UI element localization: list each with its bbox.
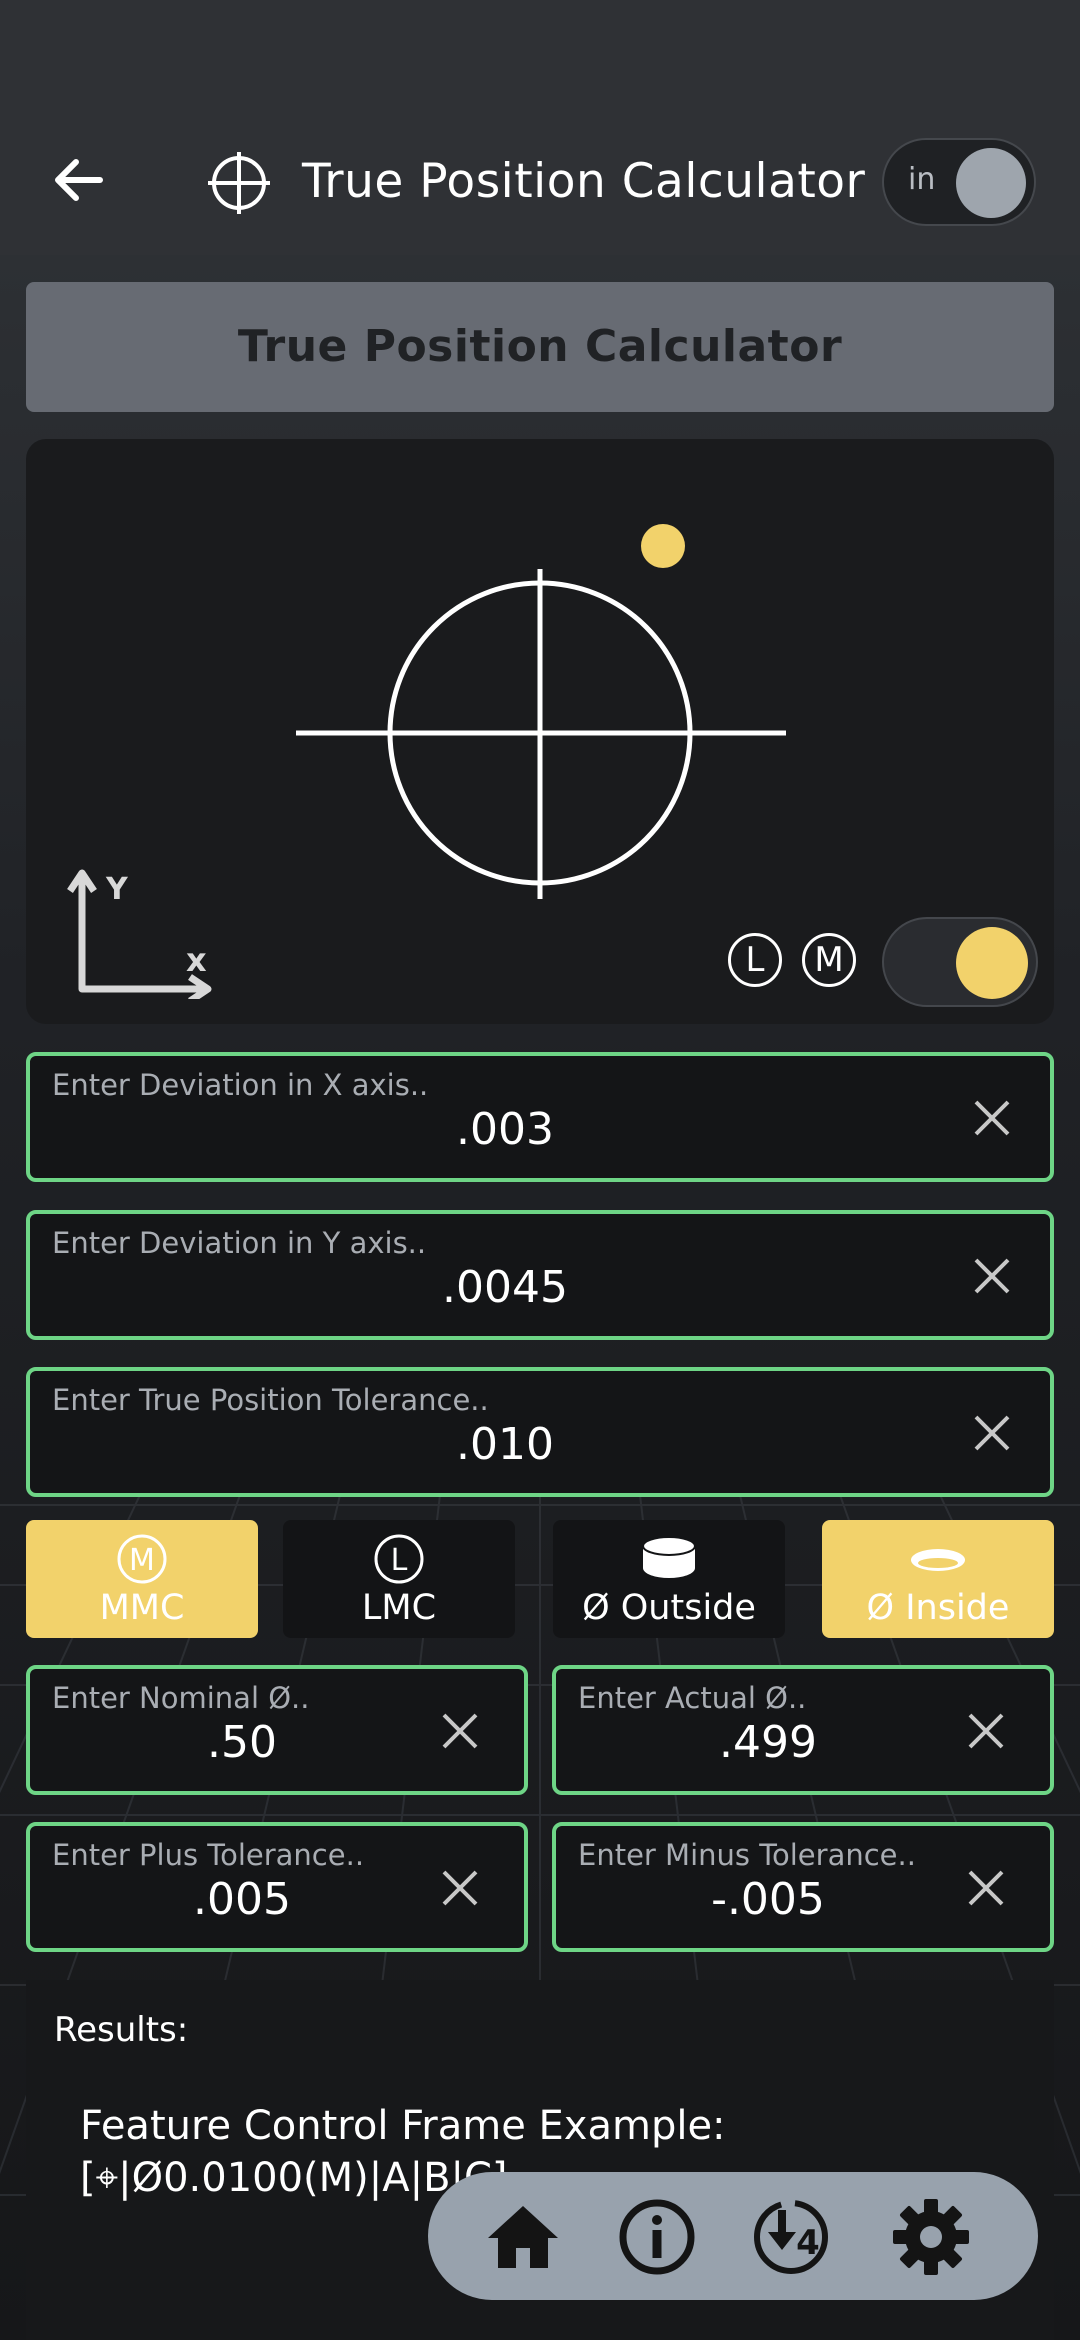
deviation-y-placeholder: Enter Deviation in Y axis..: [52, 1226, 427, 1260]
outside-label: Ø Outside: [582, 1588, 756, 1628]
main-content: True Position Calculator Y x L M Enter D…: [0, 255, 1080, 2340]
outside-diameter-option-button[interactable]: Ø Outside: [553, 1520, 785, 1638]
solid-cylinder-icon: [642, 1536, 696, 1578]
y-axis-letter: Y: [105, 872, 129, 907]
deviation-y-value[interactable]: .0045: [30, 1262, 980, 1313]
fcf-title: Feature Control Frame Example:: [80, 2103, 726, 2149]
x-axis-letter: x: [186, 941, 207, 979]
bottom-navigation: 4: [428, 2172, 1038, 2300]
nominal-diameter-field[interactable]: Enter Nominal Ø.. .50: [26, 1665, 528, 1795]
clear-icon[interactable]: [972, 1098, 1012, 1138]
results-header: Results:: [54, 2010, 189, 2050]
mmc-label: MMC: [99, 1588, 185, 1628]
deviation-y-field[interactable]: Enter Deviation in Y axis.. .0045: [26, 1210, 1054, 1340]
back-arrow-icon[interactable]: [48, 150, 108, 210]
actual-value[interactable]: .499: [556, 1717, 980, 1768]
deviation-x-field[interactable]: Enter Deviation in X axis.. .003: [26, 1052, 1054, 1182]
hole-icon: [911, 1549, 965, 1571]
tp-tolerance-placeholder: Enter True Position Tolerance..: [52, 1383, 489, 1417]
actual-diameter-field[interactable]: Enter Actual Ø.. .499: [552, 1665, 1054, 1795]
unit-toggle[interactable]: in: [882, 138, 1036, 226]
calculator-title-banner: True Position Calculator: [26, 282, 1054, 412]
minus-tolerance-field[interactable]: Enter Minus Tolerance.. -.005: [552, 1822, 1054, 1952]
true-position-tolerance-field[interactable]: Enter True Position Tolerance.. .010: [26, 1367, 1054, 1497]
status-bar-area: [0, 0, 1080, 110]
unit-label: in: [908, 162, 936, 197]
plus-tolerance-placeholder: Enter Plus Tolerance..: [52, 1838, 365, 1872]
app-bar: True Position Calculator in: [0, 110, 1080, 255]
tp-tolerance-value[interactable]: .010: [30, 1419, 980, 1470]
clear-icon[interactable]: [440, 1868, 480, 1908]
lmc-badge-icon: L: [728, 933, 782, 987]
app-title: True Position Calculator: [302, 154, 866, 209]
lmc-label: LMC: [361, 1588, 437, 1628]
mmc-circle-icon: M: [117, 1534, 167, 1584]
clear-icon[interactable]: [972, 1413, 1012, 1453]
minus-tolerance-value[interactable]: -.005: [556, 1874, 980, 1925]
gear-icon[interactable]: [890, 2196, 972, 2278]
mmc-icon-letter: M: [129, 1543, 155, 1578]
mmc-option-button[interactable]: M MMC: [26, 1520, 258, 1638]
plus-tolerance-field[interactable]: Enter Plus Tolerance.. .005: [26, 1822, 528, 1952]
download-badge-icon[interactable]: 4: [750, 2196, 832, 2278]
mmc-badge-icon: M: [802, 933, 856, 987]
nominal-value[interactable]: .50: [30, 1717, 454, 1768]
deviation-x-placeholder: Enter Deviation in X axis..: [52, 1068, 429, 1102]
material-condition-toggle[interactable]: [882, 917, 1038, 1007]
clear-icon[interactable]: [972, 1256, 1012, 1296]
true-position-visualization: Y x L M: [26, 439, 1054, 1024]
inside-diameter-option-button[interactable]: Ø Inside: [822, 1520, 1054, 1638]
clear-icon[interactable]: [966, 1868, 1006, 1908]
lmc-circle-icon: L: [374, 1534, 424, 1584]
lmc-icon-letter: L: [391, 1543, 408, 1578]
lmc-option-button[interactable]: L LMC: [283, 1520, 515, 1638]
download-badge-count: 4: [796, 2223, 820, 2263]
minus-tolerance-placeholder: Enter Minus Tolerance..: [578, 1838, 916, 1872]
inside-label: Ø Inside: [866, 1588, 1010, 1628]
material-condition-toggle-knob: [956, 927, 1028, 999]
actual-placeholder: Enter Actual Ø..: [578, 1681, 807, 1715]
info-icon[interactable]: [616, 2196, 698, 2278]
deviation-x-value[interactable]: .003: [30, 1104, 980, 1155]
plus-tolerance-value[interactable]: .005: [30, 1874, 454, 1925]
position-marker: [641, 524, 685, 568]
unit-toggle-knob: [956, 148, 1026, 218]
xy-axis-icon: Y x: [67, 869, 212, 999]
crosshair-icon: [208, 152, 270, 214]
home-icon[interactable]: [482, 2196, 564, 2278]
clear-icon[interactable]: [966, 1711, 1006, 1751]
clear-icon[interactable]: [440, 1711, 480, 1751]
nominal-placeholder: Enter Nominal Ø..: [52, 1681, 310, 1715]
